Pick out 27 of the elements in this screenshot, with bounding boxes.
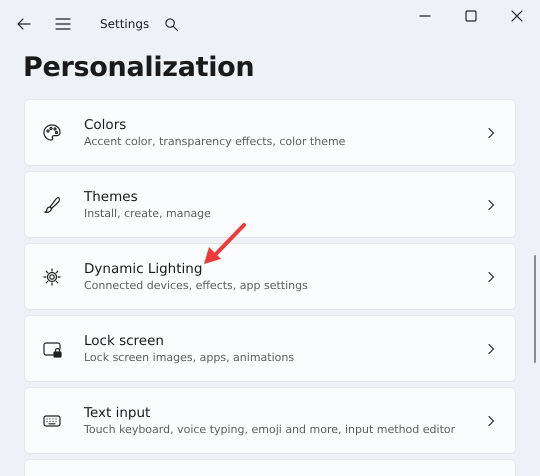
brush-icon [42, 194, 62, 214]
palette-icon [42, 122, 62, 142]
search-button[interactable] [163, 16, 180, 32]
settings-card[interactable]: Colors Accent color, transparency effects, color theme [24, 99, 516, 166]
item-title: Text input [84, 405, 152, 421]
item-description: Lock screen images, apps, animations [84, 351, 296, 364]
item-title: Colors [84, 117, 128, 133]
back-button[interactable] [16, 16, 32, 32]
settings-card[interactable]: Themes Install, create, manage [24, 171, 516, 238]
minimize-button[interactable] [419, 15, 431, 17]
scrollbar[interactable] [534, 255, 536, 363]
maximize-button[interactable] [465, 10, 477, 22]
item-title: Dynamic Lighting [84, 261, 204, 277]
item-description: Install, create, manage [84, 207, 212, 220]
settings-card[interactable]: Dynamic Lighting Connected devices, effects, app settings [24, 243, 516, 310]
item-title: Lock screen [84, 333, 165, 349]
item-description: Touch keyboard, voice typing, emoji and more, input method editor [84, 423, 456, 436]
page-heading: Personalization [22, 51, 256, 85]
settings-card[interactable]: Lock screen Lock screen images, apps, animations [24, 315, 516, 382]
sun-icon [42, 266, 62, 286]
close-button[interactable] [511, 10, 523, 22]
item-description: Accent color, transparency effects, color theme [84, 135, 346, 148]
window-title: Settings [100, 17, 150, 31]
menu-button[interactable] [54, 16, 72, 32]
item-title: Themes [84, 189, 139, 205]
item-description: Connected devices, effects, app settings [84, 279, 309, 292]
settings-card[interactable]: Text input Touch keyboard, voice typing, emoji and more, input method editor [24, 387, 516, 454]
